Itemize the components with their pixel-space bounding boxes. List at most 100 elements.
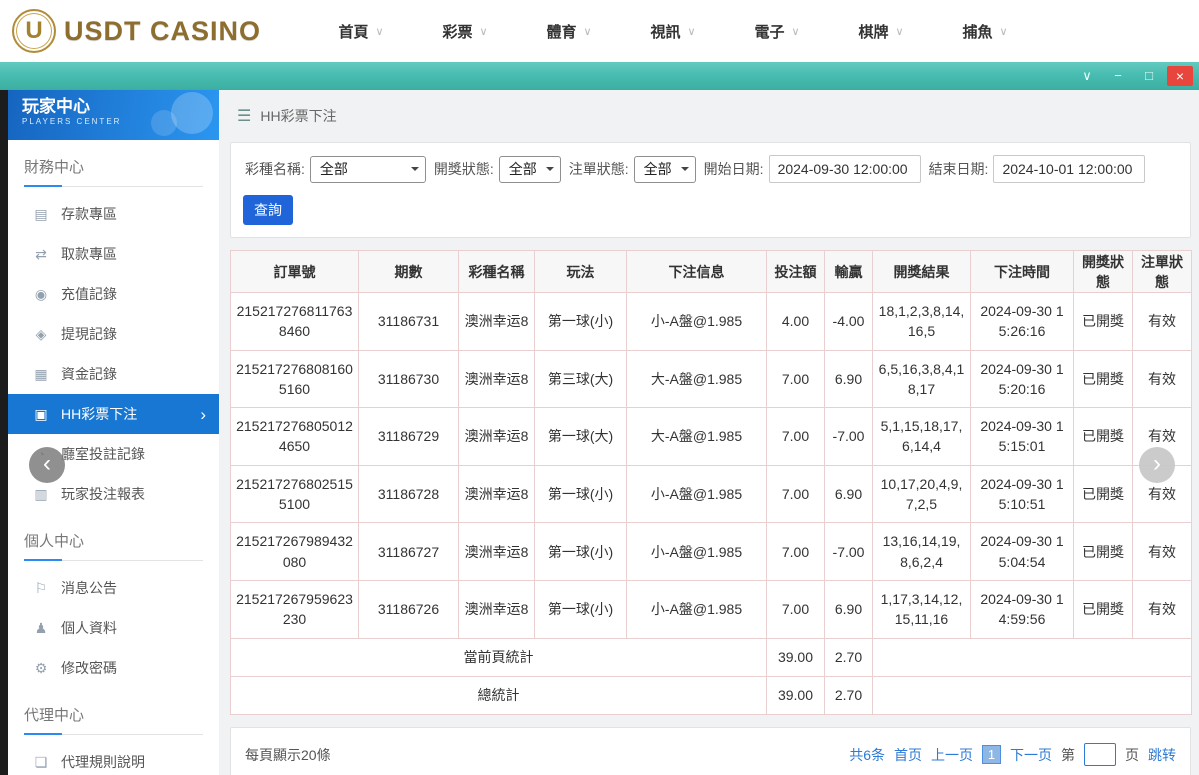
cell-draw-status: 已開獎 bbox=[1073, 292, 1133, 351]
total-count-text: 共6条 bbox=[849, 746, 885, 763]
sidebar-item-announcements[interactable]: ⚐ 消息公告 bbox=[8, 568, 219, 608]
window-collapse-button[interactable]: ∨ bbox=[1074, 66, 1100, 86]
sidebar-item-profile[interactable]: ♟ 個人資料 bbox=[8, 608, 219, 648]
summary-bet-total: 39.00 bbox=[766, 637, 825, 677]
sidebar-item-deposit[interactable]: ▤ 存款專區 bbox=[8, 194, 219, 234]
sidebar-item-label: 個人資料 bbox=[61, 620, 117, 636]
column-header-bet-info: 下注信息 bbox=[626, 250, 767, 293]
table-row: 2152172768081605160 31186730 澳洲幸运8 第三球(大… bbox=[230, 349, 1192, 409]
end-date-input[interactable] bbox=[993, 155, 1146, 183]
chevron-down-icon: ∨ bbox=[375, 25, 384, 38]
cell-bet-time: 2024-09-30 15:15:01 bbox=[970, 407, 1074, 466]
cell-win-loss: -4.00 bbox=[824, 292, 873, 351]
sidebar-item-label: 取款專區 bbox=[61, 246, 117, 262]
chevron-down-icon: ∨ bbox=[895, 25, 904, 38]
section-title-finance: 財務中心 bbox=[24, 156, 203, 187]
nav-item-sports[interactable]: 體育 ∨ bbox=[517, 21, 621, 42]
announcement-icon: ⚐ bbox=[34, 579, 48, 596]
column-header-order-no: 訂單號 bbox=[230, 250, 359, 293]
sidebar: 玩家中心 PLAYERS CENTER 財務中心 ▤ 存款專區 ⇄ 取款專區 ◉… bbox=[8, 90, 219, 775]
query-button[interactable]: 查詢 bbox=[243, 195, 293, 225]
cell-bet-time: 2024-09-30 15:26:16 bbox=[970, 292, 1074, 351]
jump-page-input[interactable] bbox=[1084, 743, 1116, 767]
nav-item-fishing[interactable]: 捕魚 ∨ bbox=[933, 21, 1037, 42]
table-row: 215217267989432080 31186727 澳洲幸运8 第一球(小)… bbox=[230, 522, 1192, 581]
column-header-play-method: 玩法 bbox=[534, 250, 627, 293]
sidebar-item-agent-rules[interactable]: ❏ 代理規則說明 bbox=[8, 742, 219, 775]
cell-draw-result: 6,5,16,3,8,4,18,17 bbox=[872, 349, 971, 409]
nav-item-slots[interactable]: 電子 ∨ bbox=[725, 21, 829, 42]
section-title-agent: 代理中心 bbox=[24, 704, 203, 735]
lottery-name-select[interactable]: 全部 bbox=[309, 155, 426, 183]
jump-suffix-label: 页 bbox=[1125, 746, 1139, 763]
logo-icon: U bbox=[12, 9, 56, 53]
table-body: 2152172768117638460 31186731 澳洲幸运8 第一球(小… bbox=[230, 292, 1192, 639]
cell-order-no: 2152172768117638460 bbox=[230, 292, 359, 351]
funds-record-icon: ▦ bbox=[34, 365, 48, 382]
cell-order-no: 215217267989432080 bbox=[230, 522, 359, 581]
table-header: 訂單號 期數 彩種名稱 玩法 下注信息 投注額 輸贏 開獎結果 下注時間 開獎狀… bbox=[230, 250, 1192, 293]
sidebar-item-withdraw[interactable]: ⇄ 取款專區 bbox=[8, 234, 219, 274]
draw-status-select[interactable]: 全部 bbox=[498, 155, 561, 183]
jump-prefix-label: 第 bbox=[1061, 746, 1075, 763]
next-page-link[interactable]: 下一页 bbox=[1010, 745, 1052, 765]
profile-icon: ♟ bbox=[34, 619, 48, 636]
cell-period: 31186727 bbox=[358, 522, 459, 581]
cell-play-method: 第一球(小) bbox=[534, 522, 627, 581]
hamburger-menu-icon[interactable]: ☰ bbox=[237, 106, 251, 126]
document-icon: ❏ bbox=[34, 753, 48, 770]
window-minimize-button[interactable]: − bbox=[1105, 66, 1131, 86]
cashout-record-icon: ◈ bbox=[35, 325, 47, 342]
sidebar-item-funds-record[interactable]: ▦ 資金記錄 bbox=[8, 354, 219, 394]
sidebar-item-hh-lottery-bets[interactable]: ▣ HH彩票下注 › bbox=[8, 394, 219, 434]
cell-play-method: 第一球(小) bbox=[534, 292, 627, 351]
column-header-win-loss: 輸贏 bbox=[824, 250, 873, 293]
nav-item-home[interactable]: 首頁 ∨ bbox=[309, 21, 413, 42]
table-row: 2152172768050124650 31186729 澳洲幸运8 第一球(大… bbox=[230, 407, 1192, 466]
window-maximize-button[interactable]: □ bbox=[1136, 66, 1162, 86]
page-size-text: 每頁顯示20條 bbox=[245, 746, 331, 763]
player-report-icon: ▥ bbox=[34, 485, 48, 502]
sidebar-item-change-password[interactable]: ⚙ 修改密碼 bbox=[8, 648, 219, 688]
cell-draw-result: 1,17,3,14,12,15,11,16 bbox=[872, 579, 971, 639]
summary-body: 當前頁統計 39.00 2.70 總統計 39.00 2.70 bbox=[230, 637, 1192, 715]
scroll-right-button[interactable]: › bbox=[1139, 447, 1175, 483]
cell-period: 31186730 bbox=[358, 349, 459, 409]
cell-bet-info: 小-A盤@1.985 bbox=[626, 579, 767, 639]
sidebar-item-cashout-record[interactable]: ◈ 提現記錄 bbox=[8, 314, 219, 354]
cell-bet-info: 小-A盤@1.985 bbox=[626, 292, 767, 351]
summary-win-loss-total: 2.70 bbox=[824, 637, 873, 677]
cell-play-method: 第一球(小) bbox=[534, 579, 627, 639]
prev-page-link[interactable]: 上一页 bbox=[931, 745, 973, 765]
filter-panel: 彩種名稱: 全部 開獎狀態: 全部 注單狀態: 全部 開始日期: 結束日期: bbox=[230, 142, 1191, 238]
summary-label: 當前頁統計 bbox=[230, 637, 767, 677]
nav-label: 棋牌 bbox=[858, 23, 889, 41]
cell-order-status: 有效 bbox=[1132, 579, 1192, 639]
order-status-select[interactable]: 全部 bbox=[633, 155, 696, 183]
cell-draw-result: 10,17,20,4,9,7,2,5 bbox=[872, 464, 971, 524]
main-nav: 首頁 ∨ 彩票 ∨ 體育 ∨ 視訊 ∨ 電子 ∨ 棋牌 ∨ 捕魚 ∨ bbox=[309, 21, 1037, 42]
sidebar-item-label: 廳室投註記錄 bbox=[61, 446, 145, 462]
brand-logo[interactable]: U USDT CASINO bbox=[12, 9, 261, 53]
jump-button[interactable]: 跳转 bbox=[1148, 745, 1176, 765]
cell-draw-status: 已開獎 bbox=[1073, 579, 1133, 639]
first-page-link[interactable]: 首页 bbox=[894, 745, 922, 765]
window-close-button[interactable]: × bbox=[1167, 65, 1193, 86]
scroll-left-button[interactable]: ‹ bbox=[29, 447, 65, 483]
summary-row-current-page: 當前頁統計 39.00 2.70 bbox=[230, 637, 1192, 677]
cell-order-status: 有效 bbox=[1132, 292, 1192, 351]
nav-item-lottery[interactable]: 彩票 ∨ bbox=[413, 21, 517, 42]
current-page-indicator[interactable]: 1 bbox=[982, 745, 1001, 765]
nav-item-live[interactable]: 視訊 ∨ bbox=[621, 21, 725, 42]
cell-play-method: 第一球(小) bbox=[534, 464, 627, 524]
sidebar-item-recharge-record[interactable]: ◉ 充值記錄 bbox=[8, 274, 219, 314]
nav-item-cards[interactable]: 棋牌 ∨ bbox=[829, 21, 933, 42]
deposit-icon: ▤ bbox=[34, 205, 48, 222]
cell-lottery-name: 澳洲幸运8 bbox=[458, 349, 535, 409]
bets-table-wrapper: 訂單號 期數 彩種名稱 玩法 下注信息 投注額 輸贏 開獎結果 下注時間 開獎狀… bbox=[230, 250, 1192, 715]
select-value: 全部 bbox=[643, 161, 672, 177]
start-date-input[interactable] bbox=[768, 155, 921, 183]
table-row: 215217267959623230 31186726 澳洲幸运8 第一球(小)… bbox=[230, 579, 1192, 639]
main-content: ☰ HH彩票下注 彩種名稱: 全部 開獎狀態: 全部 注單狀態: 全部 開始日期… bbox=[219, 90, 1199, 775]
cell-bet-info: 小-A盤@1.985 bbox=[626, 464, 767, 524]
